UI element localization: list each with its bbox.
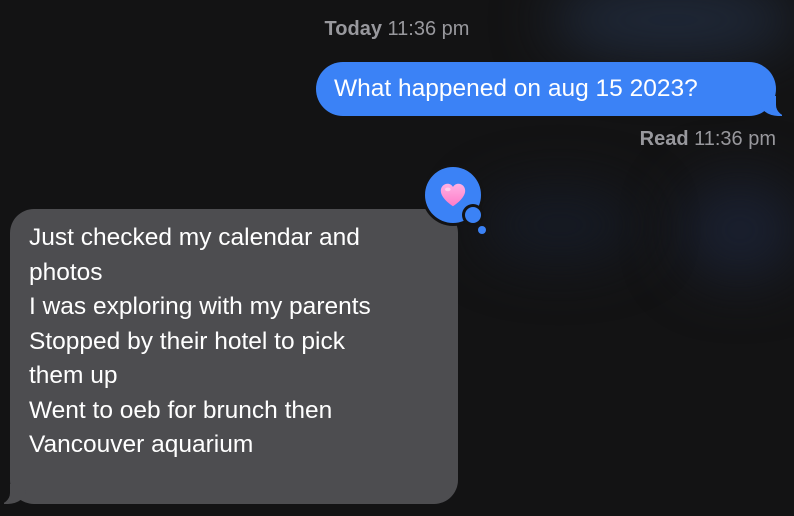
- message-line: them up: [29, 362, 118, 389]
- message-line: I was exploring with my parents: [29, 293, 371, 320]
- read-receipt-label: Read: [639, 128, 689, 150]
- message-line: Went to oeb for brunch then: [29, 396, 333, 424]
- heart-icon: [440, 183, 466, 207]
- background-blur: [680, 180, 794, 280]
- message-line: Vancouver aquarium: [29, 431, 254, 458]
- message-line: Stopped by their hotel to pick: [29, 327, 345, 355]
- incoming-message-bubble[interactable]: Just checked my calendar and photos I wa…: [0, 209, 458, 505]
- read-receipt-time: 11:36 pm: [694, 128, 776, 150]
- timestamp-time: 11:36 pm: [387, 18, 470, 40]
- outgoing-message-bubble[interactable]: What happened on aug 15 2023?: [316, 62, 792, 117]
- background-blur: [480, 190, 640, 260]
- message-line: Just checked my calendar and: [29, 224, 360, 251]
- timestamp-day: Today: [324, 18, 382, 40]
- message-line: photos: [29, 258, 103, 286]
- tapback-tail-dot: [478, 226, 486, 234]
- conversation-view: Today 11:36 pm What happened on aug 15 2…: [0, 0, 794, 516]
- read-receipt: Read 11:36 pm: [640, 128, 776, 151]
- outgoing-message-text: What happened on aug 15 2023?: [334, 75, 698, 102]
- conversation-timestamp: Today 11:36 pm: [0, 18, 794, 41]
- tapback-reaction[interactable]: [425, 167, 486, 234]
